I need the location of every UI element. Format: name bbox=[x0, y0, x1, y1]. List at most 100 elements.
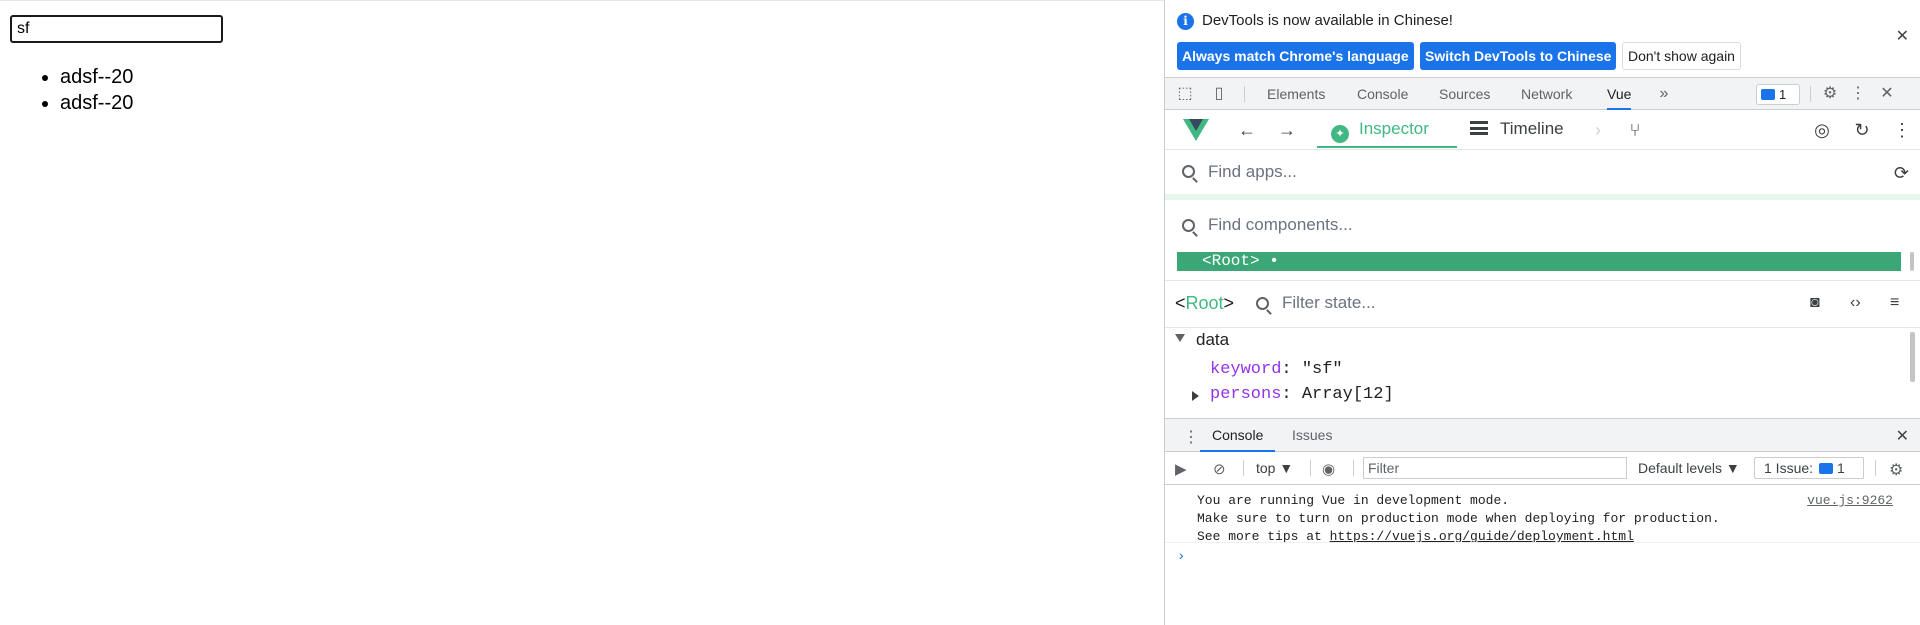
sidebar-toggle-icon[interactable]: ▶ bbox=[1175, 460, 1187, 478]
component-tree-root[interactable]: <Root> • bbox=[1177, 252, 1901, 271]
tab-console[interactable]: Console bbox=[1357, 78, 1408, 110]
eye-icon[interactable]: ◉ bbox=[1322, 460, 1335, 478]
root-node-dot: • bbox=[1269, 252, 1279, 270]
selected-component-name: <Root> bbox=[1175, 293, 1234, 314]
code-icon[interactable]: ‹› bbox=[1850, 294, 1861, 312]
tab-timeline-label: Timeline bbox=[1500, 119, 1564, 138]
refresh-apps-icon[interactable]: ⟳ bbox=[1894, 163, 1909, 184]
chevron-right-icon: › bbox=[1595, 120, 1601, 140]
close-icon[interactable]: ✕ bbox=[1896, 26, 1909, 46]
root-node-label: <Root> bbox=[1202, 252, 1260, 270]
switch-to-chinese-button[interactable]: Switch DevTools to Chinese bbox=[1420, 42, 1617, 70]
gear-icon[interactable]: ⚙ bbox=[1889, 460, 1903, 480]
find-apps-input[interactable] bbox=[1208, 162, 1808, 182]
back-arrow-icon[interactable]: ← bbox=[1235, 118, 1259, 142]
property-key: persons bbox=[1210, 385, 1282, 404]
kebab-menu-icon[interactable]: ⋮ bbox=[1890, 118, 1914, 142]
tab-sources[interactable]: Sources bbox=[1439, 78, 1490, 110]
property-key: keyword bbox=[1210, 360, 1282, 379]
divider bbox=[1244, 86, 1245, 102]
tab-timeline[interactable]: Timeline bbox=[1470, 110, 1564, 148]
list-item: adsf--20 bbox=[60, 64, 133, 90]
collapse-triangle-icon[interactable] bbox=[1192, 391, 1199, 401]
tab-network[interactable]: Network bbox=[1521, 78, 1572, 110]
issues-counter-label: 1 Issue: bbox=[1764, 460, 1814, 476]
console-prompt-icon[interactable]: › bbox=[1177, 549, 1185, 565]
divider bbox=[1310, 460, 1311, 476]
result-list: adsf--20 adsf--20 bbox=[60, 64, 133, 116]
drawer-tab-issues[interactable]: Issues bbox=[1292, 419, 1332, 452]
dont-show-again-button[interactable]: Don't show again bbox=[1622, 42, 1741, 70]
issues-badge-count: 1 bbox=[1779, 87, 1787, 102]
state-tree: data keyword: "sf" persons: Array[12] bbox=[1165, 328, 1920, 416]
tab-vue[interactable]: Vue bbox=[1607, 78, 1632, 110]
log-source-link[interactable]: vue.js:9262 bbox=[1807, 493, 1893, 508]
gear-icon[interactable]: ⚙ bbox=[1819, 83, 1841, 105]
drawer-tabbar: ⋮ Console Issues ✕ bbox=[1165, 418, 1920, 452]
search-icon bbox=[1182, 165, 1195, 178]
more-tabs-chevron-icon[interactable]: » bbox=[1653, 83, 1675, 105]
drawer-tab-console[interactable]: Console bbox=[1200, 419, 1276, 452]
issues-badge[interactable]: 1 bbox=[1756, 84, 1800, 105]
state-property-persons[interactable]: persons: Array[12] bbox=[1210, 385, 1394, 404]
divider bbox=[1353, 460, 1354, 476]
issues-counter-value: 1 bbox=[1837, 460, 1845, 476]
issues-counter[interactable]: 1 Issue: 1 bbox=[1754, 457, 1864, 479]
page-content: adsf--20 adsf--20 bbox=[0, 0, 1164, 625]
state-header: <Root> ◙ ‹› ≡ bbox=[1165, 280, 1920, 328]
forward-arrow-icon[interactable]: → bbox=[1275, 118, 1299, 142]
kebab-menu-icon[interactable]: ⋮ bbox=[1847, 83, 1869, 105]
search-icon bbox=[1182, 219, 1195, 232]
find-components-bar bbox=[1165, 206, 1920, 248]
vue-logo-icon bbox=[1183, 119, 1209, 141]
tag-name: Root bbox=[1185, 293, 1224, 313]
scrollbar[interactable] bbox=[1910, 252, 1914, 271]
expand-all-icon[interactable]: ≡ bbox=[1890, 294, 1899, 312]
state-property-keyword[interactable]: keyword: "sf" bbox=[1210, 360, 1343, 379]
always-match-language-button[interactable]: Always match Chrome's language bbox=[1177, 42, 1414, 70]
log-levels-select[interactable]: Default levels ▼ bbox=[1638, 460, 1740, 476]
component-tree-icon[interactable]: ⑂ bbox=[1623, 118, 1647, 142]
timeline-icon bbox=[1470, 121, 1488, 135]
console-message-line: Make sure to turn on production mode whe… bbox=[1197, 511, 1720, 526]
inspect-element-icon[interactable]: ⬚ bbox=[1174, 83, 1196, 105]
property-value: : Array[12] bbox=[1281, 385, 1394, 404]
list-item: adsf--20 bbox=[60, 90, 133, 116]
divider bbox=[1243, 460, 1244, 476]
divider bbox=[1875, 460, 1876, 476]
device-toolbar-icon[interactable]: ▯ bbox=[1208, 83, 1230, 105]
tag-open: < bbox=[1175, 293, 1186, 313]
message-icon bbox=[1761, 89, 1775, 100]
vue-devtools-toolbar: ← → ✦ Inspector Timeline › ⑂ ◎ ↻ ⋮ bbox=[1165, 110, 1920, 150]
divider bbox=[1810, 86, 1811, 102]
close-devtools-icon[interactable]: ✕ bbox=[1876, 83, 1898, 105]
message-icon bbox=[1819, 463, 1834, 474]
close-drawer-icon[interactable]: ✕ bbox=[1896, 426, 1909, 446]
divider bbox=[1165, 542, 1920, 543]
state-section-data[interactable]: data bbox=[1196, 330, 1229, 350]
language-infobar: i DevTools is now available in Chinese! … bbox=[1165, 0, 1920, 77]
target-icon[interactable]: ◎ bbox=[1810, 118, 1834, 142]
search-input[interactable] bbox=[10, 15, 223, 43]
scrollbar[interactable] bbox=[1910, 332, 1915, 382]
tab-inspector-label: Inspector bbox=[1359, 119, 1429, 138]
tab-elements[interactable]: Elements bbox=[1267, 78, 1325, 110]
devtools-panel: i DevTools is now available in Chinese! … bbox=[1164, 0, 1920, 625]
context-select[interactable]: top ▼ bbox=[1256, 460, 1293, 476]
console-output: You are running Vue in development mode.… bbox=[1165, 486, 1920, 625]
clear-console-icon[interactable]: ⊘ bbox=[1213, 460, 1226, 478]
compass-icon: ✦ bbox=[1331, 125, 1349, 143]
refresh-icon[interactable]: ↻ bbox=[1850, 118, 1874, 142]
filter-state-input[interactable] bbox=[1282, 293, 1662, 313]
eye-icon[interactable]: ◙ bbox=[1810, 294, 1820, 312]
infobar-message: DevTools is now available in Chinese! bbox=[1202, 12, 1453, 29]
drawer-menu-icon[interactable]: ⋮ bbox=[1183, 427, 1199, 447]
property-value: : "sf" bbox=[1281, 360, 1343, 379]
tab-inspector[interactable]: ✦ Inspector bbox=[1317, 110, 1457, 148]
devtools-tabbar: ⬚ ▯ Elements Console Sources Network Vue… bbox=[1165, 77, 1920, 110]
expand-triangle-icon[interactable] bbox=[1175, 334, 1185, 342]
search-icon bbox=[1256, 297, 1269, 310]
console-filter-input[interactable] bbox=[1363, 457, 1627, 479]
find-components-input[interactable] bbox=[1208, 215, 1808, 235]
info-icon: i bbox=[1177, 13, 1194, 30]
